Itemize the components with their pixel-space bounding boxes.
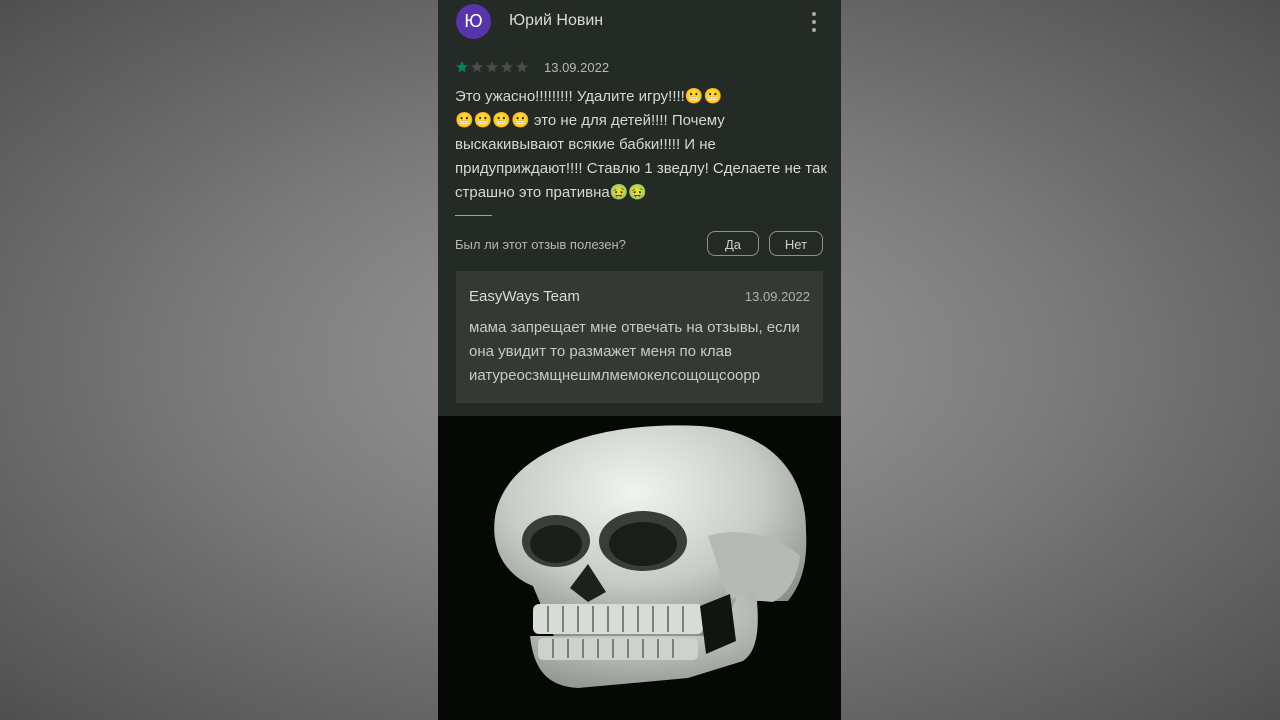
skull-image — [438, 416, 841, 720]
rating-row: 13.09.2022 — [455, 58, 609, 76]
avatar[interactable]: Ю — [456, 4, 491, 39]
star-icon — [501, 61, 513, 73]
developer-name: EasyWays Team — [469, 288, 580, 305]
helpful-question: Был ли этот отзыв полезен? — [455, 237, 626, 252]
star-icon — [471, 61, 483, 73]
developer-reply-text: мама запрещает мне отвечать на отзывы, е… — [469, 319, 800, 384]
skull-illustration — [494, 425, 807, 688]
star-icon — [516, 61, 528, 73]
developer-reply-date: 13.09.2022 — [744, 289, 810, 304]
divider — [455, 215, 492, 216]
helpful-yes-button[interactable]: Да — [707, 231, 759, 256]
review-header: Ю Юрий Новин — [438, 0, 841, 44]
reviewer-name: Юрий Новин — [509, 12, 604, 29]
helpful-no-button[interactable]: Нет — [769, 231, 823, 256]
developer-reply: EasyWays Team 13.09.2022 мама запрещает … — [456, 271, 823, 403]
review-date: 13.09.2022 — [544, 59, 610, 75]
star-icon — [456, 61, 468, 73]
more-vert-icon[interactable] — [806, 12, 822, 32]
star-rating — [455, 60, 529, 74]
review-text: Это ужасно!!!!!!!!! Удалите игру!!!!😬😬 😬… — [455, 88, 827, 201]
star-icon — [486, 61, 498, 73]
helpful-row: Был ли этот отзыв полезен? Да Нет — [455, 231, 824, 258]
app-screen: Ю Юрий Новин 13.09.2022 Это ужасно!!!!!!… — [438, 0, 841, 720]
